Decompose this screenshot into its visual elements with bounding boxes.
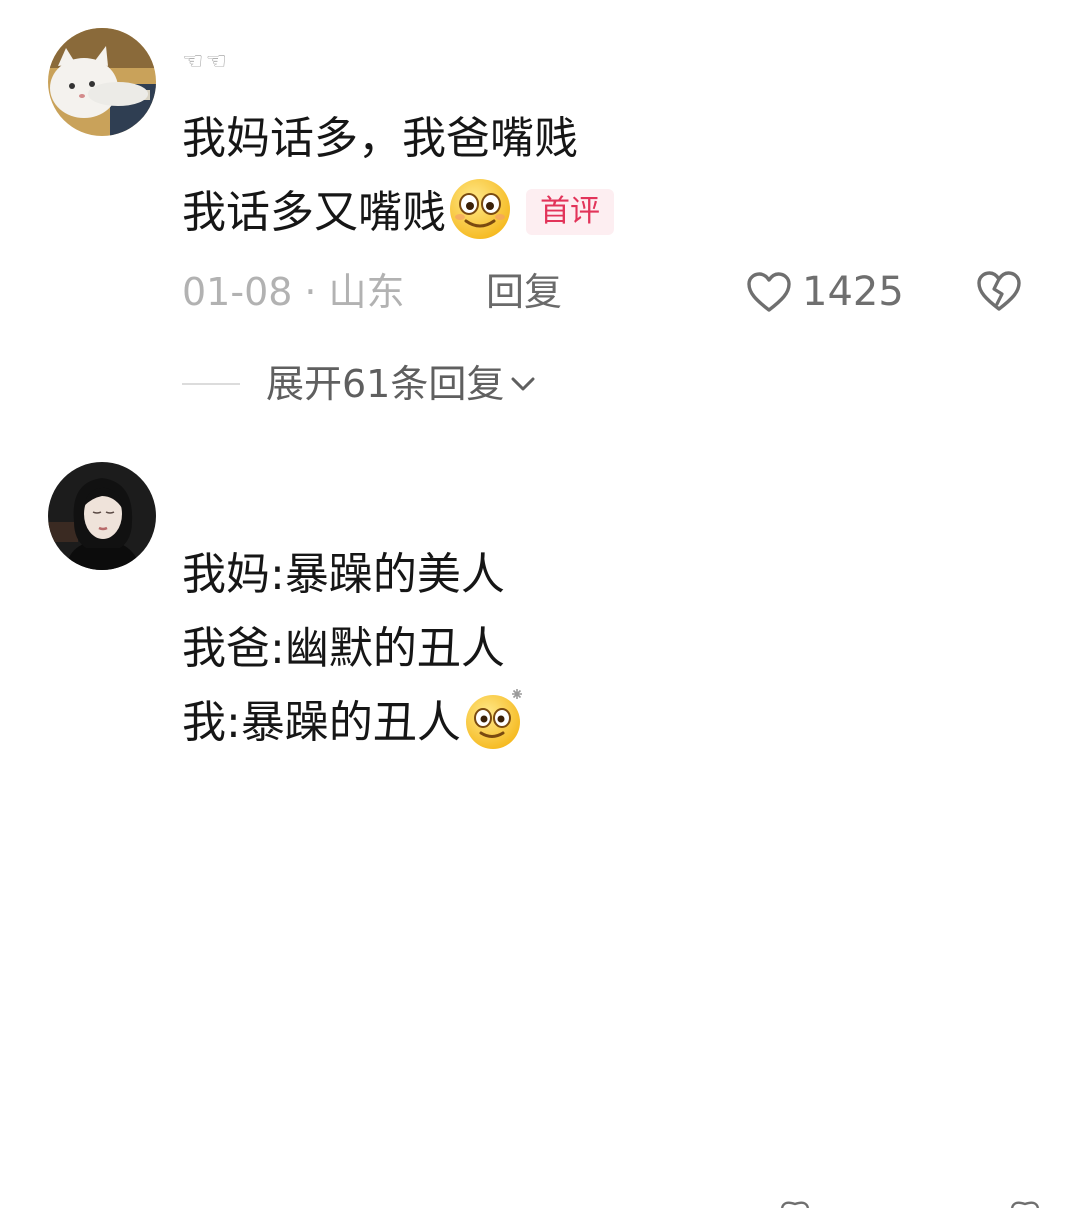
heart-outline-icon[interactable] xyxy=(780,1200,810,1208)
comment-line: 我妈话多，我爸嘴贱 xyxy=(182,113,578,164)
broken-heart-icon[interactable] xyxy=(1010,1200,1040,1208)
comment-line-with-emoji: 我话多又嘴贱 首评 xyxy=(182,176,614,250)
like-button[interactable]: 1425 xyxy=(746,262,904,322)
comment-item: 我妈:暴躁的美人 我爸:幽默的丑人 我:暴躁的丑人 xyxy=(0,430,1080,1208)
comment-date: 01-08 xyxy=(182,270,293,314)
comment-body: 我妈话多，我爸嘴贱 我话多又嘴贱 首评 xyxy=(182,102,614,250)
comment-line-with-emoji: 我:暴躁的丑人 xyxy=(182,686,527,760)
comment-meta: 01-08 · 山东 回复 1425 xyxy=(182,262,1042,322)
comment-username[interactable]: ☜☜ xyxy=(182,46,229,76)
expand-replies-label: 展开61条回复 xyxy=(266,362,505,406)
first-comment-badge: 首评 xyxy=(526,189,614,235)
avatar[interactable] xyxy=(48,28,156,136)
heart-outline-icon xyxy=(747,272,791,312)
broken-heart-icon[interactable] xyxy=(976,270,1022,312)
reply-button[interactable]: 回复 xyxy=(486,262,562,322)
cat-avatar-image xyxy=(48,28,156,136)
avatar[interactable] xyxy=(48,462,156,570)
comment-item: ☜☜ 我妈话多，我爸嘴贱 我话多又嘴贱 首评 01-08 · 山东 回复 142… xyxy=(0,0,1080,430)
smiling-emoji-icon xyxy=(450,179,510,239)
comment-body: 我妈:暴躁的美人 我爸:幽默的丑人 我:暴躁的丑人 xyxy=(182,538,527,760)
divider-line xyxy=(182,383,240,385)
comment-line: 我爸:幽默的丑人 xyxy=(182,623,505,674)
comment-location: 山东 xyxy=(328,270,405,314)
comment-line-text: 我:暴躁的丑人 xyxy=(182,697,461,748)
comment-line-text: 我话多又嘴贱 xyxy=(182,187,446,238)
meta-separator: · xyxy=(304,270,317,314)
dizzy-smiling-emoji-icon xyxy=(465,689,522,749)
like-count: 1425 xyxy=(802,269,904,315)
woman-avatar-image xyxy=(48,462,156,570)
comment-line: 我妈:暴躁的美人 xyxy=(182,549,505,600)
chevron-down-icon xyxy=(511,377,535,391)
expand-replies-button[interactable]: 展开61条回复 xyxy=(182,354,536,414)
